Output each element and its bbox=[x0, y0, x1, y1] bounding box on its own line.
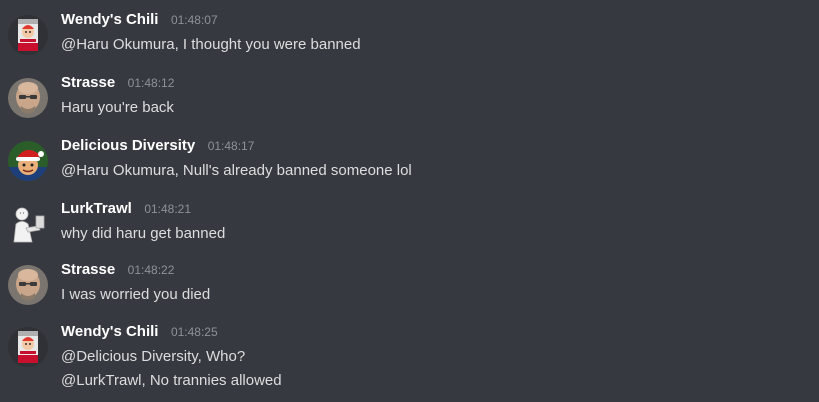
chat-log: Wendy's Chili 01:48:07 @Haru Okumura, I … bbox=[0, 0, 819, 402]
message-content: @Delicious Diversity, Who? @LurkTrawl, N… bbox=[61, 345, 282, 393]
message-author[interactable]: LurkTrawl bbox=[61, 200, 132, 217]
santa-hat-avatar-icon[interactable] bbox=[8, 141, 48, 181]
chili-can-avatar-icon[interactable] bbox=[8, 327, 48, 367]
sketch-figure-avatar-icon[interactable] bbox=[8, 204, 48, 244]
bald-man-avatar-icon[interactable] bbox=[8, 265, 48, 305]
message-content: I was worried you died bbox=[61, 283, 210, 307]
message-author[interactable]: Strasse bbox=[61, 74, 115, 91]
message-timestamp: 01:48:07 bbox=[170, 13, 218, 27]
message-author[interactable]: Wendy's Chili bbox=[61, 323, 158, 340]
message-author[interactable]: Strasse bbox=[61, 261, 115, 278]
message-content: @Haru Okumura, Null's already banned som… bbox=[61, 159, 412, 183]
message-content: Haru you're back bbox=[61, 96, 174, 120]
chili-can-avatar-icon[interactable] bbox=[8, 15, 48, 55]
message-timestamp: 01:48:21 bbox=[144, 202, 192, 216]
message-content: why did haru get banned bbox=[61, 222, 225, 246]
message-author[interactable]: Delicious Diversity bbox=[61, 137, 195, 154]
message-author[interactable]: Wendy's Chili bbox=[61, 11, 158, 28]
message-timestamp: 01:48:17 bbox=[207, 139, 255, 153]
message-line: @Haru Okumura, Null's already banned som… bbox=[61, 162, 412, 179]
message-content: @Haru Okumura, I thought you were banned bbox=[61, 33, 361, 57]
message-line: @Haru Okumura, I thought you were banned bbox=[61, 36, 361, 53]
message-line: @LurkTrawl, No trannies allowed bbox=[61, 372, 282, 389]
message-timestamp: 01:48:22 bbox=[127, 263, 175, 277]
message-line: @Delicious Diversity, Who? bbox=[61, 348, 246, 365]
bald-man-avatar-icon[interactable] bbox=[8, 78, 48, 118]
message-line: I was worried you died bbox=[61, 286, 211, 303]
message-line: Haru you're back bbox=[61, 99, 174, 116]
message-line: why did haru get banned bbox=[61, 225, 226, 242]
message-timestamp: 01:48:25 bbox=[170, 325, 218, 339]
message-timestamp: 01:48:12 bbox=[127, 76, 175, 90]
